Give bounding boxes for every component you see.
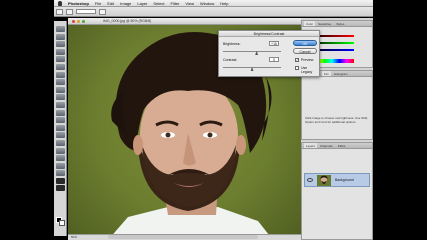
info-panel: Navigator Info Histogram Click image to …: [301, 70, 373, 140]
background-color-swatch[interactable]: [59, 220, 65, 226]
zoom-tool-icon[interactable]: [55, 185, 65, 192]
hand-tool-icon[interactable]: [55, 177, 65, 184]
menu-app[interactable]: Photoshop: [68, 1, 89, 6]
tab-paths[interactable]: Paths: [336, 143, 348, 148]
letterbox-right: [373, 0, 427, 240]
dialog-title[interactable]: Brightness/Contrast: [219, 31, 319, 37]
brightness-contrast-dialog: Brightness/Contrast Brightness: +16 Cont…: [218, 30, 320, 77]
history-brush-tool-icon[interactable]: [55, 94, 65, 101]
option-button[interactable]: [66, 8, 73, 15]
zoom-window-icon[interactable]: [82, 19, 85, 23]
info-help-text: Click image to choose new lightness. Use…: [305, 116, 369, 124]
minimize-window-icon[interactable]: [77, 19, 80, 23]
options-bar: [54, 7, 373, 17]
blur-tool-icon[interactable]: [55, 117, 65, 124]
document-titlebar[interactable]: IMG_0000.jpg @ 50% (RGB/8): [68, 18, 301, 25]
menu-view[interactable]: View: [185, 1, 194, 6]
layers-panel-tabs: Layers Channels Paths: [302, 143, 372, 149]
dodge-tool-icon[interactable]: [55, 124, 65, 131]
brightness-value-field[interactable]: +16: [269, 41, 279, 46]
menu-bar: Photoshop File Edit Image Layer Select F…: [54, 0, 373, 7]
brightness-label: Brightness:: [223, 42, 241, 46]
eraser-tool-icon[interactable]: [55, 101, 65, 108]
contrast-label: Contrast:: [223, 58, 238, 62]
layer-row-background[interactable]: Background: [304, 173, 370, 187]
menu-select[interactable]: Select: [153, 1, 164, 6]
option-field[interactable]: [76, 9, 96, 14]
tool-preset-button[interactable]: [56, 8, 63, 15]
option-button[interactable]: [99, 8, 106, 15]
letterbox-left: [0, 0, 54, 240]
brightness-slider[interactable]: [223, 51, 281, 52]
notes-tool-icon[interactable]: [55, 162, 65, 169]
zoom-level[interactable]: 50%: [71, 235, 77, 239]
move-tool-icon[interactable]: [55, 26, 65, 32]
menu-filter[interactable]: Filter: [171, 1, 180, 6]
lasso-tool-icon[interactable]: [55, 41, 65, 48]
close-window-icon[interactable]: [72, 19, 75, 23]
layers-panel: Layers Channels Paths Background: [301, 142, 373, 240]
legacy-label: Use Legacy: [301, 66, 313, 74]
menu-help[interactable]: Help: [220, 1, 228, 6]
tab-layers[interactable]: Layers: [304, 143, 318, 148]
menu-layer[interactable]: Layer: [137, 1, 147, 6]
legacy-checkbox[interactable]: [295, 66, 299, 70]
type-tool-icon[interactable]: [55, 139, 65, 146]
menu-image[interactable]: Image: [120, 1, 131, 6]
tab-channels[interactable]: Channels: [318, 143, 335, 148]
shape-tool-icon[interactable]: [55, 155, 65, 162]
menu-file[interactable]: File: [95, 1, 101, 6]
ok-button[interactable]: OK: [293, 40, 317, 46]
contrast-value-field[interactable]: 0: [269, 57, 279, 62]
marquee-tool-icon[interactable]: [55, 33, 65, 40]
tab-color[interactable]: Color: [304, 21, 316, 26]
magic-wand-tool-icon[interactable]: [55, 48, 65, 55]
brush-tool-icon[interactable]: [55, 79, 65, 86]
crop-tool-icon[interactable]: [55, 56, 65, 63]
gradient-tool-icon[interactable]: [55, 109, 65, 116]
horizontal-scrollbar[interactable]: [108, 235, 258, 239]
apple-icon[interactable]: [58, 0, 62, 6]
cancel-button[interactable]: Cancel: [293, 48, 317, 54]
path-selection-tool-icon[interactable]: [55, 132, 65, 139]
menu-window[interactable]: Window: [200, 1, 214, 6]
preview-label: Preview: [301, 58, 314, 62]
tab-styles[interactable]: Styles: [334, 21, 346, 26]
layer-name[interactable]: Background: [335, 178, 354, 182]
clone-stamp-tool-icon[interactable]: [55, 86, 65, 93]
layer-thumbnail: [317, 175, 331, 186]
tab-histogram[interactable]: Histogram: [332, 71, 350, 76]
pen-tool-icon[interactable]: [55, 147, 65, 154]
menu-edit[interactable]: Edit: [107, 1, 114, 6]
tab-info[interactable]: Info: [321, 71, 331, 76]
eye-icon[interactable]: [307, 178, 313, 182]
healing-brush-tool-icon[interactable]: [55, 71, 65, 78]
document-title: IMG_0000.jpg @ 50% (RGB/8): [103, 19, 152, 23]
tab-swatches[interactable]: Swatches: [316, 21, 333, 26]
tools-palette: [54, 21, 67, 236]
preview-checkbox[interactable]: ✓: [295, 58, 299, 62]
eyedropper-tool-icon[interactable]: [55, 170, 65, 177]
color-panel-tabs: Color Swatches Styles: [302, 21, 372, 27]
slice-tool-icon[interactable]: [55, 63, 65, 70]
